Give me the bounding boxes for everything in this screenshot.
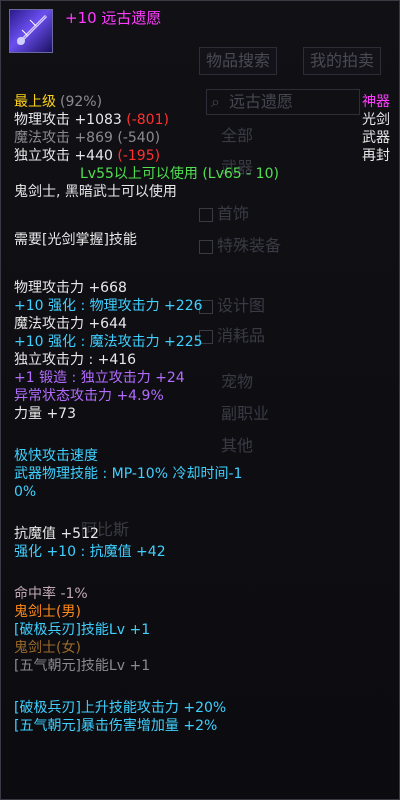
item-category: 武器 bbox=[362, 130, 390, 146]
mag-attack-row: 魔法攻击 +869 (-540) 武器 bbox=[14, 129, 394, 147]
weapon-skill-line-2: 0% bbox=[14, 484, 37, 500]
male-class-label: 鬼剑士(男) bbox=[14, 604, 81, 620]
magic-resist: 抗魔值 +512 bbox=[14, 526, 99, 542]
reseal-label: 再封 bbox=[362, 148, 390, 164]
level-req-row: Lv55以上可以使用 (Lv65 - 10) bbox=[14, 165, 394, 183]
phys-attack-enhance: +10 强化 : 物理攻击力 +226 bbox=[14, 298, 203, 314]
skill-requirement: 需要[光剑掌握]技能 bbox=[14, 232, 137, 248]
item-tooltip: 物品搜索 我的拍卖 ⌕ 远古遗愿 全部 武器 首饰 特殊装备 设计图 消耗品 宠… bbox=[0, 0, 400, 800]
rarity-label: 神器 bbox=[362, 94, 390, 110]
ind-attack-power: 独立攻击力 : +416 bbox=[14, 352, 137, 368]
mag-attack-diff: (-540) bbox=[117, 130, 161, 146]
phys-attack-power: 物理攻击力 +668 bbox=[14, 280, 127, 296]
weapon-skill-line-1: 武器物理技能 : MP-10% 冷却时间-1 bbox=[14, 466, 243, 482]
item-title: +10 远古遗愿 bbox=[65, 9, 162, 27]
item-icon bbox=[9, 9, 53, 53]
forge-bonus: +1 锻造 : 独立攻击力 +24 bbox=[14, 370, 185, 386]
hit-rate: 命中率 -1% bbox=[14, 586, 88, 602]
ind-attack-row: 独立攻击 +440 (-195) 再封 bbox=[14, 147, 394, 165]
skill-req-row: 需要[光剑掌握]技能 bbox=[14, 231, 394, 249]
female-skill-bonus: [五气朝元]技能Lv +1 bbox=[14, 658, 151, 674]
abnormal-status-attack: 异常状态攻击力 +4.9% bbox=[14, 388, 164, 404]
attack-speed: 极快攻击速度 bbox=[14, 448, 98, 464]
grade-row: 最上级 (92%) 神器 bbox=[14, 93, 394, 111]
phys-attack-row: 物理攻击 +1083 (-801) 光剑 bbox=[14, 111, 394, 129]
male-skill-bonus: [破极兵刃]技能Lv +1 bbox=[14, 622, 151, 638]
tooltip-header: +10 远古遗愿 bbox=[9, 9, 399, 53]
tooltip-body: 最上级 (92%) 神器 物理攻击 +1083 (-801) 光剑 魔法攻击 +8… bbox=[14, 93, 394, 735]
level-requirement: Lv55以上可以使用 (Lv65 - 10) bbox=[80, 166, 279, 182]
female-class-label: 鬼剑士(女) bbox=[14, 640, 81, 656]
mag-attack-value: +869 bbox=[74, 130, 113, 146]
mag-attack-label: 魔法攻击 bbox=[14, 130, 70, 146]
ind-attack-diff: (-195) bbox=[117, 148, 161, 164]
class-req-row: 鬼剑士, 黑暗武士可以使用 bbox=[14, 183, 394, 201]
ind-attack-value: +440 bbox=[74, 148, 113, 164]
skill-attack-bonus: [破极兵刃]上升技能攻击力 +20% bbox=[14, 700, 227, 716]
mag-attack-enhance: +10 强化 : 魔法攻击力 +225 bbox=[14, 334, 203, 350]
tab-item-search[interactable]: 物品搜索 bbox=[199, 47, 278, 75]
phys-attack-diff: (-801) bbox=[126, 112, 169, 128]
tab-my-auction[interactable]: 我的拍卖 bbox=[303, 47, 382, 75]
phys-attack-value: +1083 bbox=[74, 112, 122, 128]
grade-percent: (92%) bbox=[60, 94, 103, 110]
strength-bonus: 力量 +73 bbox=[14, 406, 76, 422]
class-requirement: 鬼剑士, 黑暗武士可以使用 bbox=[14, 184, 177, 200]
grade-label: 最上级 bbox=[14, 94, 56, 110]
crit-damage-bonus: [五气朝元]暴击伤害增加量 +2% bbox=[14, 718, 218, 734]
phys-attack-label: 物理攻击 bbox=[14, 112, 70, 128]
magic-resist-enhance: 强化 +10 : 抗魔值 +42 bbox=[14, 544, 166, 560]
mag-attack-power: 魔法攻击力 +644 bbox=[14, 316, 127, 332]
weapon-type: 光剑 bbox=[362, 112, 390, 128]
lightsaber-icon bbox=[16, 14, 48, 46]
ind-attack-label: 独立攻击 bbox=[14, 148, 70, 164]
